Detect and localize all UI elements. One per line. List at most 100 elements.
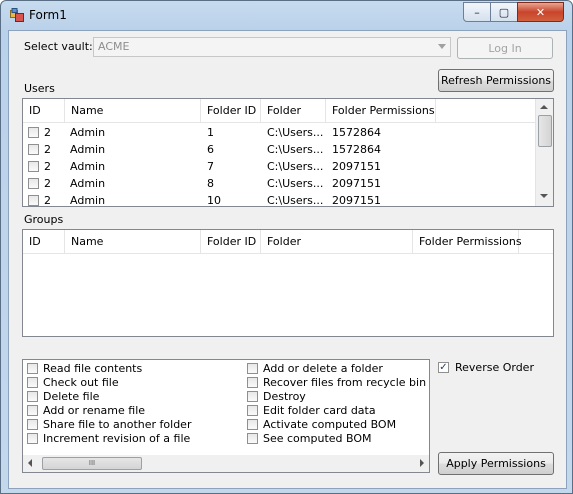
users-col-folder-id[interactable]: Folder ID xyxy=(201,99,261,122)
groups-list[interactable]: ID Name Folder ID Folder Folder Permissi… xyxy=(22,229,554,337)
row-checkbox[interactable] xyxy=(28,127,39,138)
cell-id: 2 xyxy=(44,177,51,190)
refresh-permissions-label: Refresh Permissions xyxy=(440,74,552,87)
users-label: Users xyxy=(24,82,55,95)
vault-value: ACME xyxy=(98,40,130,53)
cell-folder: C:\Users... xyxy=(267,160,324,173)
cell-folder-permissions: 2097151 xyxy=(332,194,381,207)
select-vault-label: Select vault: xyxy=(24,40,93,53)
permission-checkbox[interactable] xyxy=(247,377,258,388)
cell-folder-permissions: 1572864 xyxy=(332,126,381,139)
groups-col-folder-id[interactable]: Folder ID xyxy=(201,230,261,253)
cell-name: Admin xyxy=(70,160,106,173)
table-row[interactable]: 2 Admin 8 C:\Users... 2097151 xyxy=(23,175,535,192)
permission-checkbox[interactable] xyxy=(247,433,258,444)
cell-folder-id: 8 xyxy=(207,177,214,190)
permission-label: Activate computed BOM xyxy=(263,418,397,431)
cell-folder: C:\Users... xyxy=(267,177,324,190)
users-list-header: ID Name Folder ID Folder Folder Permissi… xyxy=(23,99,553,123)
permission-label: See computed BOM xyxy=(263,432,372,445)
scroll-thumb[interactable] xyxy=(538,115,552,147)
row-checkbox[interactable] xyxy=(28,195,39,206)
permission-label: Read file contents xyxy=(43,362,143,375)
permission-label: Recover files from recycle bin xyxy=(263,376,427,389)
window-title: Form1 xyxy=(29,8,67,22)
permission-checkbox[interactable] xyxy=(247,419,258,430)
users-vertical-scrollbar[interactable] xyxy=(535,99,553,206)
login-button[interactable]: Log In xyxy=(457,37,553,59)
groups-label: Groups xyxy=(24,213,64,226)
vault-combobox[interactable]: ACME xyxy=(93,37,451,57)
apply-permissions-label: Apply Permissions xyxy=(446,457,546,470)
scroll-thumb[interactable]: III xyxy=(42,457,142,470)
permission-label: Share file to another folder xyxy=(43,418,192,431)
title-bar[interactable]: Form1 – ▢ ✕ xyxy=(1,1,572,29)
permission-label: Delete file xyxy=(43,390,100,403)
chevron-down-icon xyxy=(438,44,446,49)
cell-folder-permissions: 1572864 xyxy=(332,143,381,156)
login-button-label: Log In xyxy=(488,41,522,55)
scroll-left-icon[interactable] xyxy=(28,459,32,467)
groups-col-name[interactable]: Name xyxy=(65,230,201,253)
permission-checkbox[interactable] xyxy=(247,391,258,402)
groups-col-folder-permissions[interactable]: Folder Permissions xyxy=(413,230,522,253)
groups-list-header: ID Name Folder ID Folder Folder Permissi… xyxy=(23,230,553,254)
apply-permissions-button[interactable]: Apply Permissions xyxy=(438,452,554,475)
maximize-button[interactable]: ▢ xyxy=(490,2,518,22)
cell-folder-permissions: 2097151 xyxy=(332,177,381,190)
scroll-down-icon[interactable] xyxy=(540,194,548,198)
refresh-permissions-button[interactable]: Refresh Permissions xyxy=(438,69,554,92)
cell-folder-id: 1 xyxy=(207,126,214,139)
cell-name: Admin xyxy=(70,143,106,156)
permission-checkbox[interactable] xyxy=(27,419,38,430)
close-icon: ✕ xyxy=(535,5,546,19)
cell-id: 2 xyxy=(44,194,51,207)
permission-label: Add or rename file xyxy=(43,404,146,417)
users-list[interactable]: ID Name Folder ID Folder Folder Permissi… xyxy=(22,98,554,207)
minimize-icon: – xyxy=(474,5,480,19)
permission-label: Add or delete a folder xyxy=(263,362,383,375)
row-checkbox[interactable] xyxy=(28,178,39,189)
cell-folder: C:\Users... xyxy=(267,194,324,207)
permission-label: Destroy xyxy=(263,390,306,403)
cell-folder-permissions: 2097151 xyxy=(332,160,381,173)
close-button[interactable]: ✕ xyxy=(517,2,564,22)
scroll-up-icon[interactable] xyxy=(540,105,548,109)
users-col-id[interactable]: ID xyxy=(23,99,65,122)
groups-col-folder[interactable]: Folder xyxy=(261,230,413,253)
table-row[interactable]: 2 Admin 1 C:\Users... 1572864 xyxy=(23,124,535,141)
maximize-icon: ▢ xyxy=(498,5,510,19)
permission-checkbox[interactable] xyxy=(27,391,38,402)
table-row[interactable]: 2 Admin 10 C:\Users... 2097151 xyxy=(23,192,535,207)
permission-checkbox[interactable] xyxy=(247,363,258,374)
cell-folder-id: 6 xyxy=(207,143,214,156)
main-window: Form1 – ▢ ✕ Select vault: ACME Log In Us… xyxy=(0,0,573,494)
permission-checkbox[interactable] xyxy=(247,405,258,416)
scroll-right-icon[interactable] xyxy=(420,459,424,467)
permission-checkbox[interactable] xyxy=(27,433,38,444)
cell-folder: C:\Users... xyxy=(267,143,324,156)
cell-name: Admin xyxy=(70,126,106,139)
permission-checkbox[interactable] xyxy=(27,405,38,416)
table-row[interactable]: 2 Admin 7 C:\Users... 2097151 xyxy=(23,158,535,175)
cell-folder-id: 7 xyxy=(207,160,214,173)
permissions-list[interactable]: Read file contents Check out file Delete… xyxy=(22,359,430,473)
groups-col-id[interactable]: ID xyxy=(23,230,65,253)
checkmark-icon[interactable]: ✓ xyxy=(438,362,449,373)
permission-checkbox[interactable] xyxy=(27,377,38,388)
users-col-folder[interactable]: Folder xyxy=(261,99,326,122)
permission-checkbox[interactable] xyxy=(27,363,38,374)
row-checkbox[interactable] xyxy=(28,144,39,155)
cell-id: 2 xyxy=(44,143,51,156)
cell-name: Admin xyxy=(70,194,106,207)
form-icon xyxy=(10,8,24,22)
permissions-horizontal-scrollbar[interactable]: III xyxy=(23,455,429,472)
cell-id: 2 xyxy=(44,160,51,173)
row-checkbox[interactable] xyxy=(28,161,39,172)
users-col-name[interactable]: Name xyxy=(65,99,201,122)
cell-folder-id: 10 xyxy=(207,194,221,207)
form-client-area: Select vault: ACME Log In Users Refresh … xyxy=(8,30,567,489)
table-row[interactable]: 2 Admin 6 C:\Users... 1572864 xyxy=(23,141,535,158)
users-col-folder-permissions[interactable]: Folder Permissions xyxy=(326,99,436,122)
minimize-button[interactable]: – xyxy=(463,2,491,22)
